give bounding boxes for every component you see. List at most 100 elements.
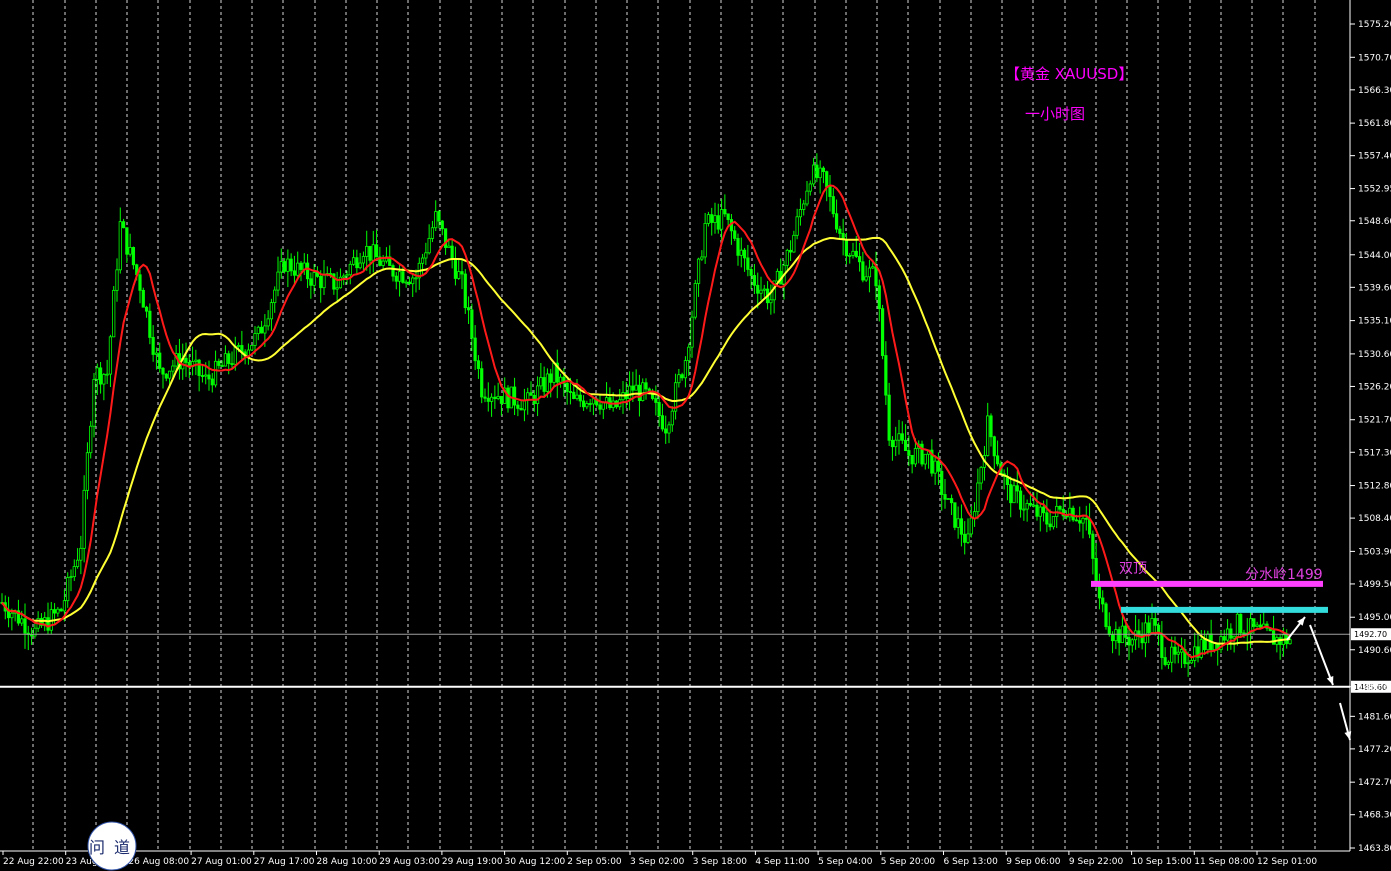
candle <box>200 364 205 383</box>
candle <box>713 202 717 234</box>
candle <box>838 225 842 239</box>
date-tick-label: 10 Sep 15:00 <box>1132 857 1192 867</box>
candle <box>1173 636 1177 664</box>
candle <box>627 371 632 411</box>
candle <box>1009 476 1013 518</box>
candle <box>72 559 76 581</box>
candle <box>230 351 234 370</box>
candle <box>450 238 454 269</box>
candle <box>374 229 379 258</box>
candle <box>1025 499 1029 522</box>
candle <box>696 257 701 297</box>
candle <box>1278 634 1282 660</box>
candlesticks <box>0 153 1292 677</box>
candle <box>125 227 129 263</box>
candle <box>407 276 412 286</box>
candle <box>558 373 563 388</box>
price-tick-label: 1512.80 <box>1358 482 1391 492</box>
candle <box>158 342 162 373</box>
candle <box>887 382 891 446</box>
candle <box>365 230 369 271</box>
candle <box>1166 660 1171 669</box>
candle <box>542 366 546 397</box>
candle <box>1078 506 1082 532</box>
chart-subtitle: 一小时图 <box>1025 105 1085 123</box>
candle <box>677 368 681 388</box>
candle <box>496 382 500 401</box>
candle <box>79 535 83 575</box>
candle <box>69 569 73 592</box>
candle <box>466 296 471 324</box>
price-tick-label: 1530.60 <box>1358 350 1391 360</box>
date-tick-label: 11 Sep 08:00 <box>1194 857 1254 867</box>
candle <box>394 271 398 290</box>
date-tick-label: 4 Sep 11:00 <box>755 857 810 867</box>
candle <box>210 372 214 393</box>
candle <box>256 325 260 341</box>
price-tick-label: 1495.00 <box>1358 613 1391 623</box>
candle <box>1216 642 1220 666</box>
candle <box>102 372 106 401</box>
candle <box>897 419 901 455</box>
date-tick-label: 2 Sep 05:00 <box>567 857 622 867</box>
candle <box>309 272 313 299</box>
candle <box>1160 621 1164 670</box>
candle <box>98 362 103 394</box>
candle <box>164 373 168 382</box>
candle <box>746 244 750 277</box>
candle <box>877 279 881 322</box>
candle <box>680 372 684 381</box>
candle <box>121 218 126 229</box>
price-chart: 1492.70 1485.60 1575.20 1570.70 1566.30 1561… <box>0 0 1391 871</box>
candle <box>460 258 464 290</box>
candle <box>884 341 888 406</box>
date-tick-label: 22 Aug 22:00 <box>3 857 64 867</box>
candle <box>1229 623 1233 650</box>
candle <box>516 400 520 417</box>
grid <box>32 0 1316 851</box>
candle <box>213 350 218 388</box>
candle <box>1084 505 1088 531</box>
candle <box>910 454 914 474</box>
candle <box>1275 635 1279 653</box>
date-tick-label: 29 Aug 03:00 <box>379 857 440 867</box>
date-tick-label: 3 Sep 18:00 <box>693 857 748 867</box>
candle <box>66 572 70 608</box>
candle <box>351 249 356 266</box>
candle <box>900 421 904 445</box>
candle <box>371 230 375 273</box>
candle <box>1038 503 1042 532</box>
candle <box>700 250 704 261</box>
candle <box>289 253 293 277</box>
candle <box>46 602 50 635</box>
candle <box>217 358 221 369</box>
candle <box>555 349 559 399</box>
candle <box>762 284 766 298</box>
candle <box>269 298 274 331</box>
candle <box>355 249 359 276</box>
candle <box>138 269 142 304</box>
candle <box>989 413 993 447</box>
price-tick-label: 1548.60 <box>1358 217 1391 227</box>
candle <box>273 286 277 313</box>
candle <box>828 175 832 212</box>
candle <box>670 406 674 432</box>
candle <box>434 200 438 232</box>
candle <box>923 453 927 470</box>
candle <box>223 345 228 367</box>
date-tick-label: 9 Sep 06:00 <box>1006 857 1061 867</box>
candle <box>1104 602 1108 630</box>
candle <box>489 393 494 417</box>
price-tick-label: 1490.60 <box>1358 646 1391 656</box>
candle <box>795 208 799 240</box>
candle <box>282 258 287 274</box>
candle <box>6 596 11 628</box>
candle <box>115 258 119 302</box>
candle <box>959 504 964 547</box>
candle <box>23 603 27 649</box>
candle <box>279 248 283 279</box>
price-tick-label: 1481.60 <box>1358 712 1391 722</box>
candle <box>575 378 579 401</box>
candle <box>1179 637 1184 669</box>
candle <box>457 259 461 280</box>
